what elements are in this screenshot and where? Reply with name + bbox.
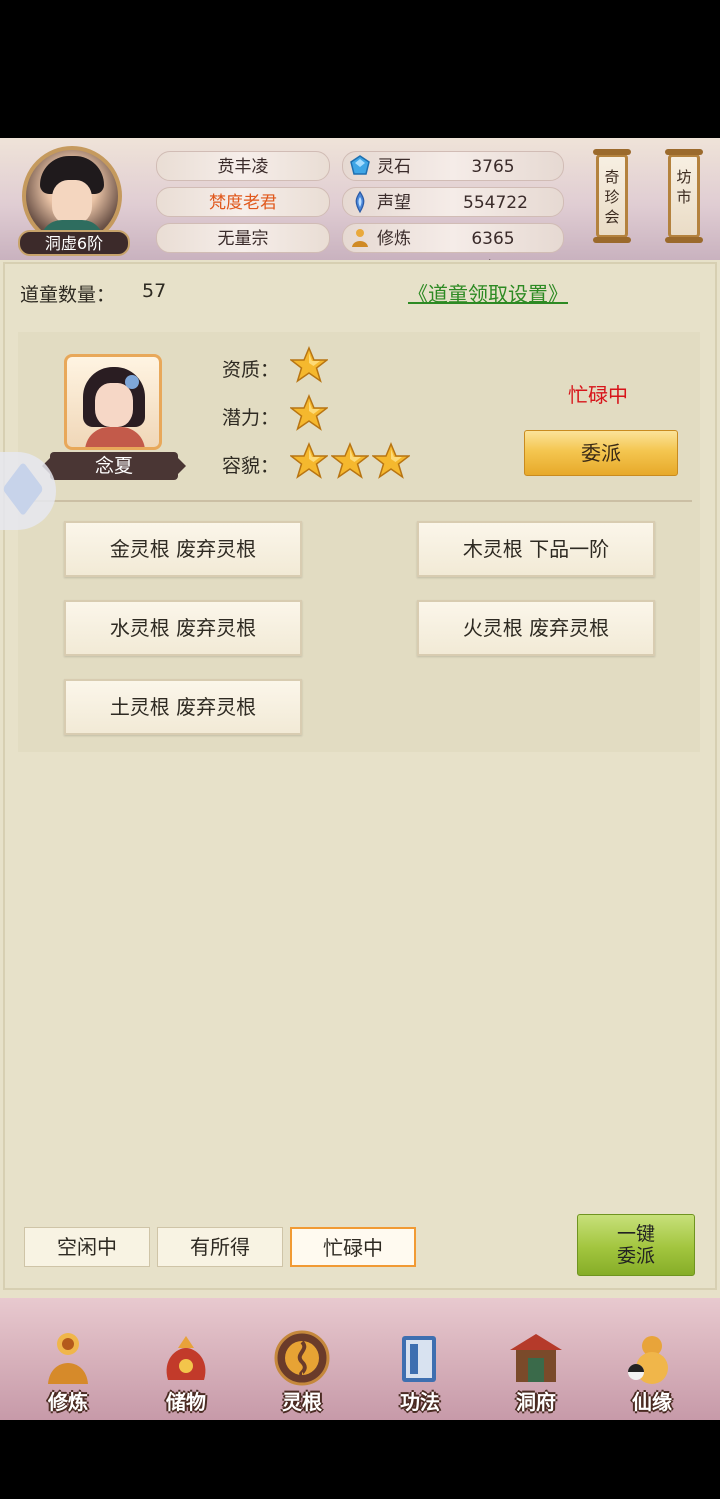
- star-icon: [290, 442, 328, 479]
- appearance-label: 容貌：: [222, 455, 280, 477]
- assign-button[interactable]: 委派: [524, 430, 678, 476]
- tab-rewarded[interactable]: 有所得: [157, 1227, 283, 1267]
- nav-fate-label: 仙缘: [632, 1390, 672, 1414]
- cave-mansion-icon: [510, 1334, 562, 1382]
- spirit-stone-icon: [350, 155, 370, 175]
- tab-busy[interactable]: 忙碌中: [290, 1227, 416, 1267]
- root-metal: 金灵根 废弃灵根: [64, 521, 302, 577]
- disciple-name: 念夏: [42, 452, 186, 480]
- nav-scripture[interactable]: 功法: [370, 1300, 470, 1418]
- root-fire: 火灵根 废弃灵根: [417, 600, 655, 656]
- tong-count-label: 道童数量：: [20, 284, 116, 306]
- player-rank-badge: 洞虚6阶: [18, 230, 130, 256]
- scripture-icon: [402, 1336, 436, 1382]
- divider: [28, 500, 692, 502]
- disciple-portrait[interactable]: [64, 354, 162, 450]
- star-icon: [331, 442, 369, 479]
- cultivation-stat: 修炼 6365年: [342, 223, 564, 279]
- tong-count-value: 57: [142, 280, 167, 302]
- nav-spirit-root-label: 灵根: [282, 1390, 322, 1414]
- tong-settings-link[interactable]: 《道童领取设置》: [408, 278, 568, 307]
- market-label: 坊市: [676, 168, 692, 206]
- sect-name: 无量宗: [156, 223, 330, 253]
- one-key-assign-line1: 一键: [616, 1223, 655, 1245]
- storage-bag-icon: [166, 1336, 206, 1380]
- nav-fate[interactable]: 仙缘: [602, 1300, 702, 1418]
- master-name: 梵度老君: [156, 187, 330, 217]
- spirit-stone-label: 灵石: [377, 157, 411, 177]
- fate-gourd-icon: [628, 1336, 668, 1384]
- spirit-stone-stat: 灵石 3765: [342, 151, 564, 181]
- cultivation-label: 修炼: [377, 229, 411, 249]
- nav-storage[interactable]: 储物: [136, 1300, 236, 1418]
- cultivate-icon: [48, 1333, 88, 1384]
- star-icon: [290, 346, 328, 383]
- cube-icon: [2, 461, 44, 517]
- top-status-bar: 洞虚6阶 贲丰凌 梵度老君 无量宗 灵石 3765 声望 554722 修炼 6…: [0, 138, 720, 279]
- reputation-stat: 声望 554722: [342, 187, 564, 217]
- one-key-assign-button[interactable]: 一键 委派: [577, 1214, 695, 1276]
- nav-cultivate-label: 修炼: [48, 1390, 88, 1414]
- reputation-icon: [355, 191, 365, 213]
- root-wood: 木灵根 下品一阶: [417, 521, 655, 577]
- reputation-label: 声望: [377, 193, 411, 213]
- treasure-auction-button[interactable]: 奇珍会: [593, 149, 631, 243]
- star-icon: [290, 394, 328, 431]
- aptitude-label: 资质：: [222, 359, 280, 381]
- nav-cultivate[interactable]: 修炼: [18, 1300, 118, 1418]
- disciple-status: 忙碌中: [568, 383, 628, 407]
- nav-cave-mansion[interactable]: 洞府: [486, 1300, 586, 1418]
- star-icon: [372, 442, 410, 479]
- root-earth: 土灵根 废弃灵根: [64, 679, 302, 735]
- nav-spirit-root[interactable]: 灵根: [252, 1300, 352, 1418]
- player-name: 贲丰凌: [156, 151, 330, 181]
- spirit-stone-value: 3765: [471, 157, 515, 177]
- potential-label: 潜力：: [222, 407, 280, 429]
- root-water: 水灵根 废弃灵根: [64, 600, 302, 656]
- market-button[interactable]: 坊市: [665, 149, 703, 243]
- one-key-assign-line2: 委派: [616, 1245, 655, 1267]
- nav-scripture-label: 功法: [400, 1390, 440, 1414]
- nav-storage-label: 储物: [166, 1390, 206, 1414]
- reputation-value: 554722: [463, 193, 528, 213]
- nav-cave-mansion-label: 洞府: [516, 1390, 556, 1414]
- cultivation-icon: [352, 229, 368, 247]
- treasure-auction-label: 奇珍会: [604, 168, 620, 226]
- tab-idle[interactable]: 空闲中: [24, 1227, 150, 1267]
- spirit-root-icon: [274, 1330, 330, 1386]
